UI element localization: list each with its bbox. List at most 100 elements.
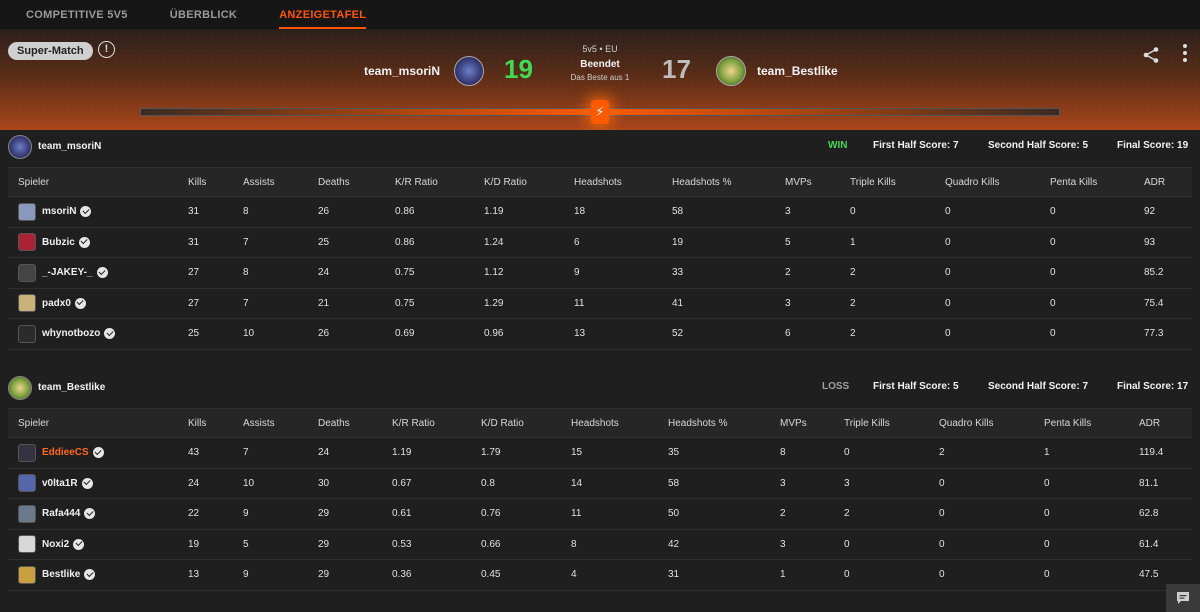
stat-triple-kills: 3 [844,477,850,489]
player-cell[interactable]: whynotbozo [18,319,116,349]
player-cell[interactable]: _-JAKEY-_ [18,258,108,288]
column-header-mvps[interactable]: MVPs [780,409,807,437]
stat-assists: 10 [243,477,255,489]
column-header-triple-kills[interactable]: Triple Kills [850,168,896,196]
player-name[interactable]: _-JAKEY-_ [42,267,93,278]
player-name[interactable]: EddieeCS [42,447,89,458]
player-name[interactable]: v0lta1R [42,478,78,489]
column-header-kd-ratio[interactable]: K/D Ratio [481,409,524,437]
tab-competitive[interactable]: COMPETITIVE 5V5 [26,0,128,29]
column-header-deaths[interactable]: Deaths [318,168,350,196]
player-cell[interactable]: Rafa444 [18,499,96,529]
column-header-quadro-kills[interactable]: Quadro Kills [939,409,993,437]
team-left-name[interactable]: team_msoriN [364,64,440,78]
stat-triple-kills: 2 [850,328,856,340]
column-header-player[interactable]: Spieler [18,409,49,437]
avatar[interactable] [18,324,36,343]
stat-kd-ratio: 0.96 [484,328,504,340]
player-cell[interactable]: Bubzic [18,228,90,258]
player-name[interactable]: padx0 [42,298,71,309]
avatar[interactable] [18,504,36,523]
stat-mvps: 3 [785,206,791,218]
avatar[interactable] [18,565,36,584]
verified-icon [84,569,96,581]
column-header-player[interactable]: Spieler [18,168,49,196]
team-name[interactable]: team_msoriN [38,141,101,152]
stat-headshots: 14 [571,477,583,489]
stat-triple-kills: 0 [844,538,850,550]
verified-icon [78,236,90,248]
team-section-2: team_Bestlike LOSS First Half Score: 5 S… [0,371,1200,591]
column-header-mvps[interactable]: MVPs [785,168,812,196]
column-header-headshots-pct[interactable]: Headshots % [668,409,727,437]
tab-scoreboard[interactable]: ANZEIGETAFEL [279,0,367,29]
stat-quadro-kills: 0 [945,267,951,279]
stat-assists: 10 [243,328,255,340]
stat-triple-kills: 2 [850,267,856,279]
column-header-deaths[interactable]: Deaths [318,409,350,437]
column-header-kr-ratio[interactable]: K/R Ratio [392,409,435,437]
team-name[interactable]: team_Bestlike [38,382,105,393]
avatar[interactable] [18,443,36,462]
column-header-kills[interactable]: Kills [188,409,206,437]
stat-headshots: 11 [571,508,582,520]
stat-triple-kills: 0 [850,206,856,218]
player-name[interactable]: Noxi2 [42,539,69,550]
avatar[interactable] [18,233,36,252]
final-score: Final Score: 17 [1117,381,1189,392]
player-cell[interactable]: Bestlike [18,560,96,590]
player-name[interactable]: Rafa444 [42,508,80,519]
team-logo[interactable] [8,135,32,159]
avatar[interactable] [18,263,36,282]
column-header-headshots-pct[interactable]: Headshots % [672,168,731,196]
team-logo[interactable] [8,376,32,400]
stat-penta-kills: 0 [1044,569,1050,581]
column-header-adr[interactable]: ADR [1144,168,1165,196]
chat-button[interactable] [1166,584,1200,612]
column-header-kr-ratio[interactable]: K/R Ratio [395,168,438,196]
player-cell[interactable]: msoriN [18,197,92,227]
column-header-quadro-kills[interactable]: Quadro Kills [945,168,999,196]
player-cell[interactable]: padx0 [18,289,86,319]
player-name[interactable]: msoriN [42,206,76,217]
player-cell[interactable]: EddieeCS [18,438,104,468]
stat-deaths: 24 [318,267,330,279]
player-name[interactable]: whynotbozo [42,328,100,339]
column-header-kills[interactable]: Kills [188,168,206,196]
column-header-headshots[interactable]: Headshots [574,168,622,196]
stat-assists: 7 [243,297,249,309]
team-right-name[interactable]: team_Bestlike [757,64,838,78]
column-header-adr[interactable]: ADR [1139,409,1160,437]
team-left-score: 19 [504,54,533,84]
player-cell[interactable]: v0lta1R [18,469,93,499]
stat-adr: 77.3 [1144,328,1164,340]
column-header-assists[interactable]: Assists [243,409,275,437]
team-left-logo[interactable] [454,56,484,86]
team-result: WIN [828,140,848,151]
column-header-kd-ratio[interactable]: K/D Ratio [484,168,527,196]
player-name[interactable]: Bestlike [42,569,80,580]
avatar[interactable] [18,202,36,221]
column-header-penta-kills[interactable]: Penta Kills [1044,409,1091,437]
column-header-assists[interactable]: Assists [243,168,275,196]
second-half-score: Second Half Score: 7 [988,381,1089,392]
scoreboard-table: Spieler Kills Assists Deaths K/R Ratio K/D Ra… [8,408,1192,591]
avatar[interactable] [18,535,36,554]
player-cell[interactable]: Noxi2 [18,530,85,560]
stat-mvps: 6 [785,328,791,340]
tab-overview[interactable]: ÜBERBLICK [170,0,237,29]
column-header-headshots[interactable]: Headshots [571,409,619,437]
verified-icon [92,447,104,459]
stat-kr-ratio: 0.61 [392,508,412,520]
stat-headshots-pct: 33 [672,267,684,279]
player-name[interactable]: Bubzic [42,237,75,248]
avatar[interactable] [18,294,36,313]
avatar[interactable] [18,474,36,493]
team-right-logo[interactable] [716,56,746,86]
column-header-penta-kills[interactable]: Penta Kills [1050,168,1097,196]
column-header-triple-kills[interactable]: Triple Kills [844,409,890,437]
stat-mvps: 3 [780,538,786,550]
match-mode: 5v5 • EU [582,44,618,54]
match-header: Super-Match ! team_msoriN 19 5v5 • EU Be… [0,30,1200,130]
stat-kr-ratio: 0.86 [395,236,415,248]
